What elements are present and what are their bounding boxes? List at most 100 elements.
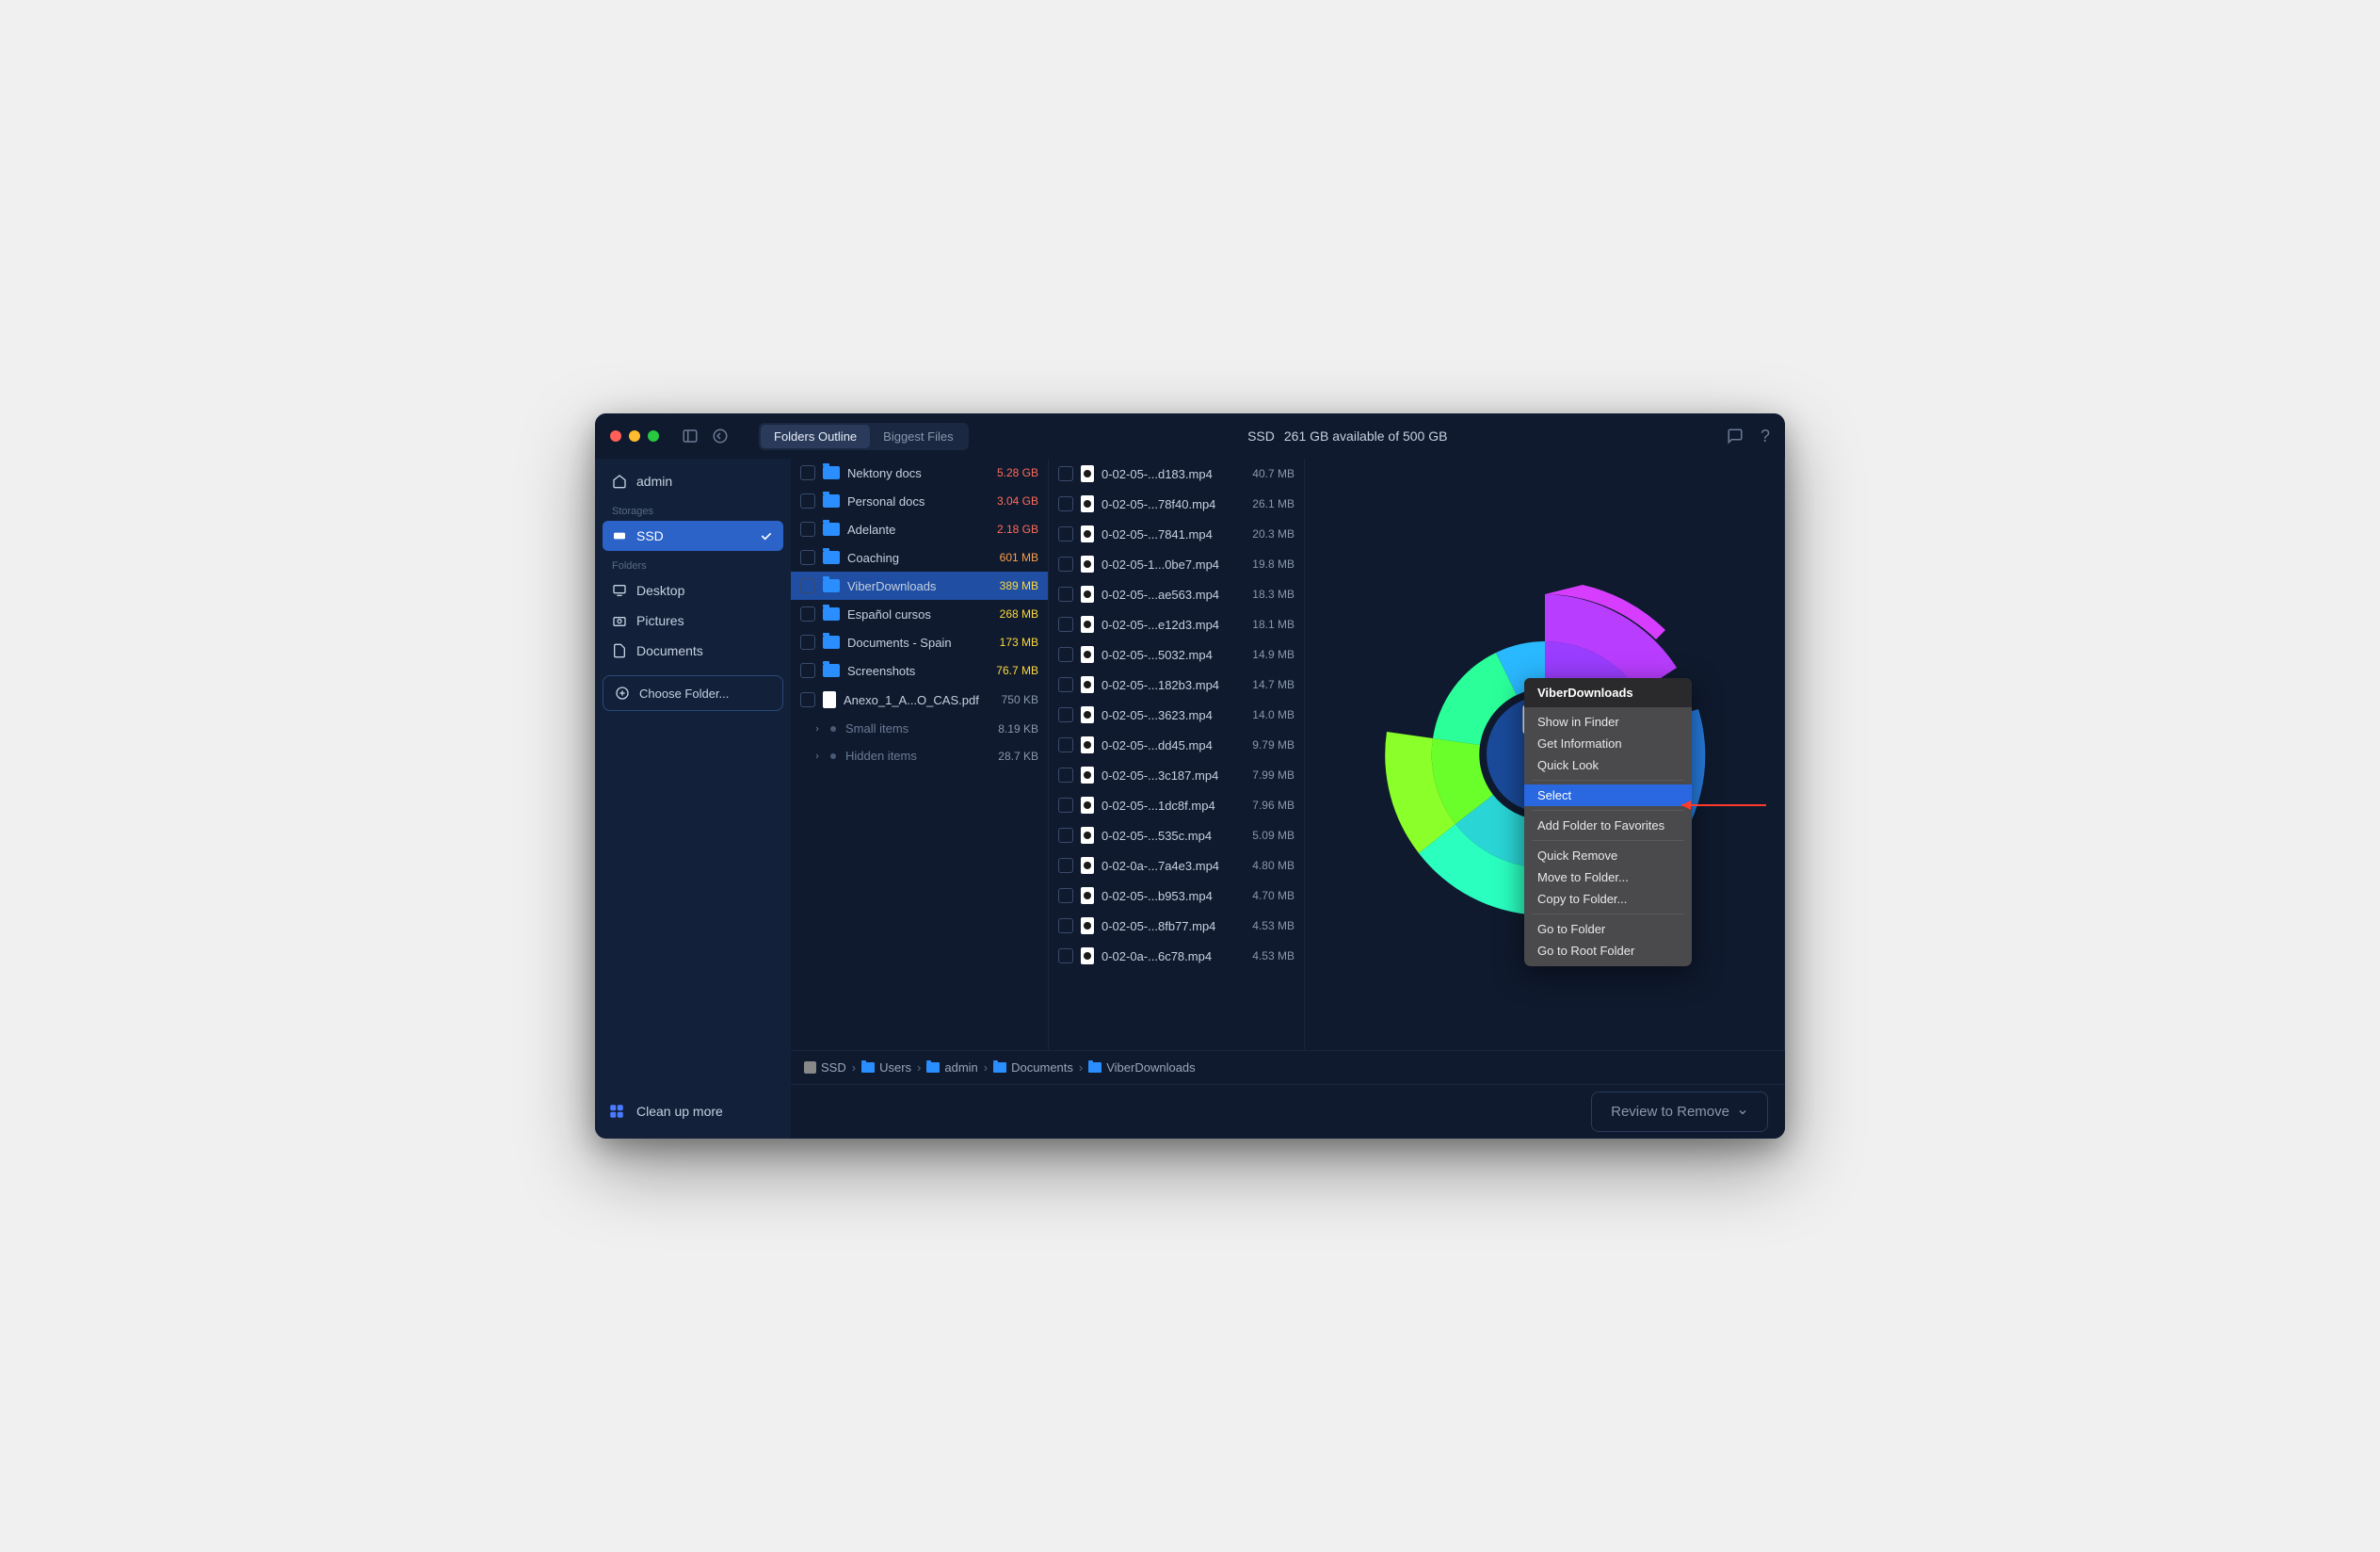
chat-icon[interactable] (1727, 428, 1744, 445)
file-row[interactable]: 0-02-0a-...7a4e3.mp44.80 MB (1049, 850, 1304, 881)
file-row[interactable]: 0-02-05-...dd45.mp49.79 MB (1049, 730, 1304, 760)
breadcrumb-item[interactable]: admin (926, 1060, 977, 1075)
row-checkbox[interactable] (800, 550, 815, 565)
context-menu-item[interactable]: Get Information (1524, 733, 1692, 754)
file-row[interactable]: 0-02-0a-...6c78.mp44.53 MB (1049, 941, 1304, 971)
choose-folder-button[interactable]: Choose Folder... (603, 675, 783, 711)
video-file-icon (1081, 767, 1094, 784)
zoom-window-button[interactable] (648, 430, 659, 442)
row-checkbox[interactable] (1058, 617, 1073, 632)
file-row[interactable]: 0-02-05-...7841.mp420.3 MB (1049, 519, 1304, 549)
row-checkbox[interactable] (1058, 496, 1073, 511)
file-row[interactable]: 0-02-05-...8fb77.mp44.53 MB (1049, 911, 1304, 941)
breadcrumb-item[interactable]: SSD (804, 1060, 846, 1075)
context-menu-item[interactable]: Quick Look (1524, 754, 1692, 776)
file-row[interactable]: 0-02-05-...5032.mp414.9 MB (1049, 639, 1304, 670)
breadcrumb-item[interactable]: ViberDownloads (1088, 1060, 1195, 1075)
context-menu-item[interactable]: Go to Folder (1524, 918, 1692, 940)
row-checkbox[interactable] (1058, 526, 1073, 542)
review-to-remove-button[interactable]: Review to Remove (1591, 1091, 1768, 1132)
context-menu-item[interactable]: Copy to Folder... (1524, 888, 1692, 910)
row-checkbox[interactable] (800, 692, 815, 707)
row-checkbox[interactable] (1058, 918, 1073, 933)
folder-row[interactable]: Personal docs3.04 GB (791, 487, 1048, 515)
row-name: Coaching (847, 551, 992, 565)
sidebar-folder-desktop[interactable]: Desktop (603, 575, 783, 606)
annotation-arrow (1681, 800, 1776, 811)
row-checkbox[interactable] (1058, 768, 1073, 783)
folder-icon (823, 466, 840, 479)
breadcrumb-item[interactable]: Documents (993, 1060, 1073, 1075)
file-row[interactable]: 0-02-05-...3c187.mp47.99 MB (1049, 760, 1304, 790)
breadcrumb-label: ViberDownloads (1106, 1060, 1195, 1075)
row-checkbox[interactable] (1058, 707, 1073, 722)
minimize-window-button[interactable] (629, 430, 640, 442)
folder-row[interactable]: Anexo_1_A...O_CAS.pdf750 KB (791, 685, 1048, 715)
file-row[interactable]: 0-02-05-...535c.mp45.09 MB (1049, 820, 1304, 850)
row-checkbox[interactable] (1058, 647, 1073, 662)
menu-separator (1532, 810, 1684, 811)
file-row[interactable]: 0-02-05-...ae563.mp418.3 MB (1049, 579, 1304, 609)
file-row[interactable]: 0-02-05-1...0be7.mp419.8 MB (1049, 549, 1304, 579)
row-checkbox[interactable] (1058, 587, 1073, 602)
file-row[interactable]: 0-02-05-...e12d3.mp418.1 MB (1049, 609, 1304, 639)
apps-grid-icon[interactable] (608, 1103, 625, 1120)
folder-row[interactable]: ViberDownloads389 MB (791, 572, 1048, 600)
row-name: 0-02-05-...535c.mp4 (1102, 829, 1245, 843)
row-checkbox[interactable] (800, 606, 815, 622)
row-checkbox[interactable] (1058, 888, 1073, 903)
folder-row[interactable]: Coaching601 MB (791, 543, 1048, 572)
main-content: Nektony docs5.28 GBPersonal docs3.04 GBA… (791, 459, 1785, 1139)
row-checkbox[interactable] (1058, 737, 1073, 752)
row-checkbox[interactable] (800, 493, 815, 509)
back-icon[interactable] (712, 428, 729, 445)
close-window-button[interactable] (610, 430, 621, 442)
file-row[interactable]: 0-02-05-...1dc8f.mp47.96 MB (1049, 790, 1304, 820)
cleanup-more-button[interactable]: Clean up more (636, 1104, 723, 1119)
folder-row[interactable]: Adelante2.18 GB (791, 515, 1048, 543)
disk-status: 261 GB available of 500 GB (1284, 428, 1448, 444)
file-row[interactable]: 0-02-05-...d183.mp440.7 MB (1049, 459, 1304, 489)
review-label: Review to Remove (1611, 1104, 1729, 1120)
sidebar-folder-pictures[interactable]: Pictures (603, 606, 783, 636)
row-checkbox[interactable] (800, 578, 815, 593)
tab-biggest-files[interactable]: Biggest Files (870, 425, 966, 448)
meta-row[interactable]: Small items8.19 KB (791, 715, 1048, 742)
row-checkbox[interactable] (1058, 466, 1073, 481)
sidebar-folder-documents[interactable]: Documents (603, 636, 783, 666)
row-checkbox[interactable] (1058, 828, 1073, 843)
folder-row[interactable]: Screenshots76.7 MB (791, 656, 1048, 685)
context-menu-item[interactable]: Quick Remove (1524, 845, 1692, 866)
file-row[interactable]: 0-02-05-...78f40.mp426.1 MB (1049, 489, 1304, 519)
file-row[interactable]: 0-02-05-...3623.mp414.0 MB (1049, 700, 1304, 730)
row-checkbox[interactable] (1058, 677, 1073, 692)
row-checkbox[interactable] (800, 635, 815, 650)
meta-row[interactable]: Hidden items28.7 KB (791, 742, 1048, 769)
folder-row[interactable]: Nektony docs5.28 GB (791, 459, 1048, 487)
row-checkbox[interactable] (1058, 557, 1073, 572)
breadcrumb-item[interactable]: Users (861, 1060, 911, 1075)
row-checkbox[interactable] (800, 465, 815, 480)
sidebar-storage-ssd[interactable]: SSD (603, 521, 783, 551)
file-row[interactable]: 0-02-05-...182b3.mp414.7 MB (1049, 670, 1304, 700)
sidebar-toggle-icon[interactable] (682, 428, 699, 445)
context-menu-item[interactable]: Add Folder to Favorites (1524, 815, 1692, 836)
row-checkbox[interactable] (800, 522, 815, 537)
row-size: 2.18 GB (997, 523, 1038, 536)
row-checkbox[interactable] (1058, 858, 1073, 873)
breadcrumb-separator: › (852, 1060, 856, 1075)
sidebar-user[interactable]: admin (603, 466, 783, 496)
context-menu-item[interactable]: Move to Folder... (1524, 866, 1692, 888)
context-menu-item[interactable]: Go to Root Folder (1524, 940, 1692, 962)
video-file-icon (1081, 525, 1094, 542)
file-row[interactable]: 0-02-05-...b953.mp44.70 MB (1049, 881, 1304, 911)
context-menu-item[interactable]: Show in Finder (1524, 711, 1692, 733)
row-checkbox[interactable] (800, 663, 815, 678)
folder-row[interactable]: Documents - Spain173 MB (791, 628, 1048, 656)
tab-folders-outline[interactable]: Folders Outline (761, 425, 870, 448)
help-icon[interactable]: ? (1761, 427, 1770, 446)
row-checkbox[interactable] (1058, 798, 1073, 813)
context-menu-item[interactable]: Select (1524, 784, 1692, 806)
row-checkbox[interactable] (1058, 948, 1073, 963)
folder-row[interactable]: Español cursos268 MB (791, 600, 1048, 628)
